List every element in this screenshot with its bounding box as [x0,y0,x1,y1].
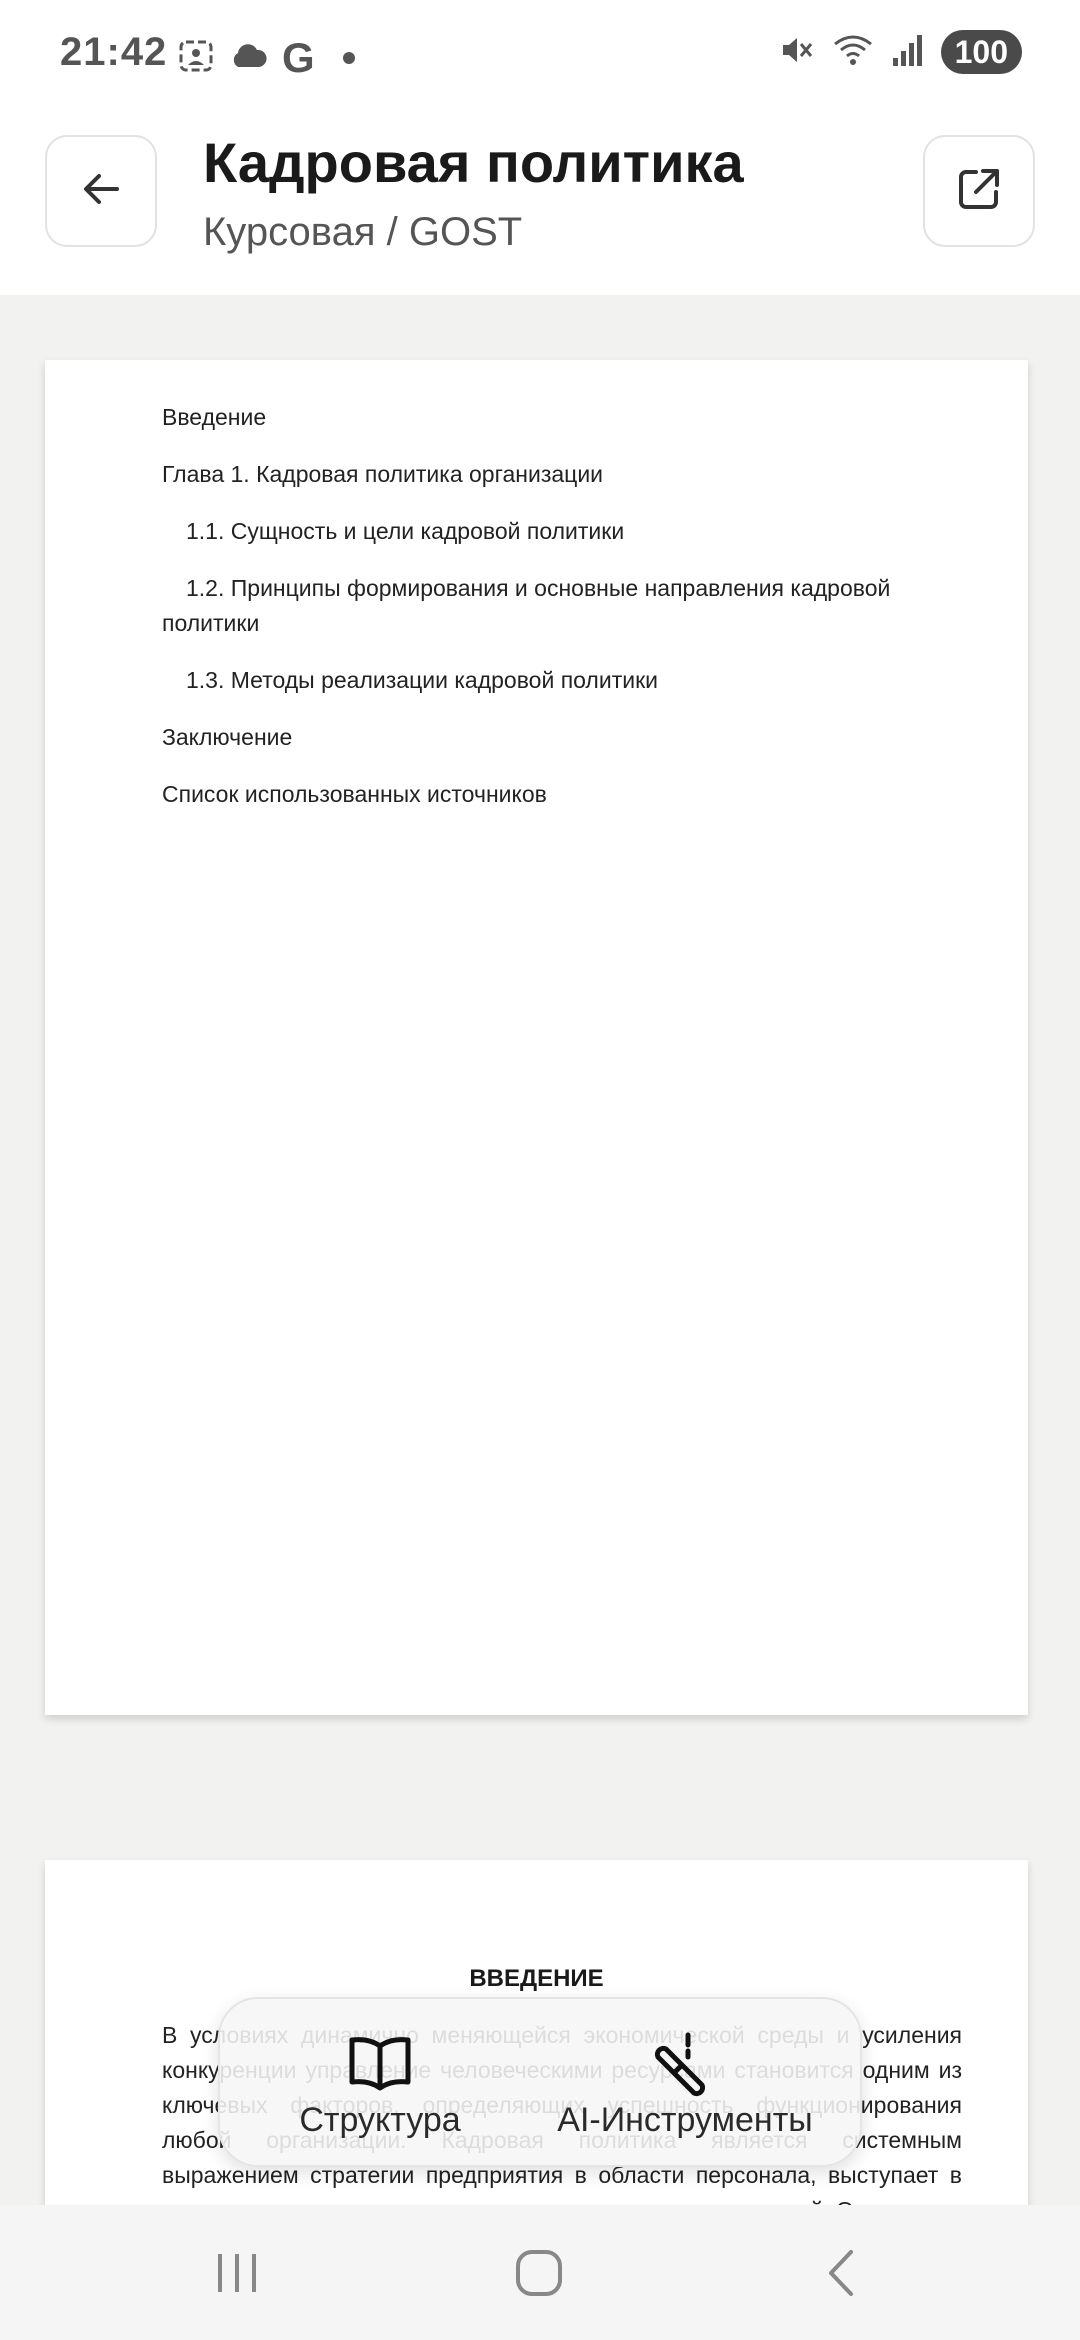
magic-wand-icon [652,2031,718,2097]
ai-tools-button[interactable]: AI-Инструменты [540,1999,830,2169]
structure-label: Структура [299,2101,461,2139]
wifi-icon [831,32,875,73]
table-of-contents: Введение Глава 1. Кадровая политика орга… [162,400,962,834]
app-header: Кадровая политика Курсовая / GOST [0,110,1080,295]
gallery-icon [178,39,214,78]
dot-icon [342,52,355,64]
cloud-icon [228,41,268,76]
toc-item: Глава 1. Кадровая политика организации [162,461,604,487]
page-subtitle: Курсовая / GOST [203,210,523,254]
structure-button[interactable]: Структура [270,1999,490,2169]
status-icons-left: G [178,34,355,82]
back-icon [821,2248,861,2303]
document-page-toc: Введение Глава 1. Кадровая политика орга… [45,360,1028,1715]
toc-item: Список использованных источников [162,781,547,807]
section-heading: ВВЕДЕНИЕ [469,1965,604,1992]
status-time: 21:42 [60,30,168,74]
open-external-button[interactable] [923,135,1035,247]
toc-item: Заключение [162,724,293,750]
status-bar: 21:42 G 100 [0,0,1080,110]
toc-item: 1.3. Методы реализации кадровой политики [186,667,658,693]
mute-icon [779,32,815,73]
home-icon [514,2248,564,2303]
system-nav-bar [0,2205,1080,2340]
floating-toolbar: Структура AI-Инструменты [218,1997,862,2167]
page-title: Кадровая политика [203,131,744,194]
toc-item: 1.1. Сущность и цели кадровой политики [186,518,625,544]
battery-icon: 100 [940,30,1022,74]
ai-tools-label: AI-Инструменты [557,2101,813,2139]
arrow-left-icon [79,167,123,216]
google-icon: G [282,34,315,81]
back-button[interactable] [45,135,157,247]
external-link-icon [954,164,1004,219]
recent-apps-button[interactable] [177,2235,297,2315]
home-button[interactable] [479,2235,599,2315]
book-icon [347,2031,413,2097]
toc-item: Введение [162,404,267,430]
recent-apps-icon [212,2250,262,2301]
signal-icon [891,32,925,73]
status-icons-right: 100 [779,30,1022,74]
toc-item: 1.2. Принципы формирования и основные на… [162,575,891,636]
system-back-button[interactable] [781,2235,901,2315]
